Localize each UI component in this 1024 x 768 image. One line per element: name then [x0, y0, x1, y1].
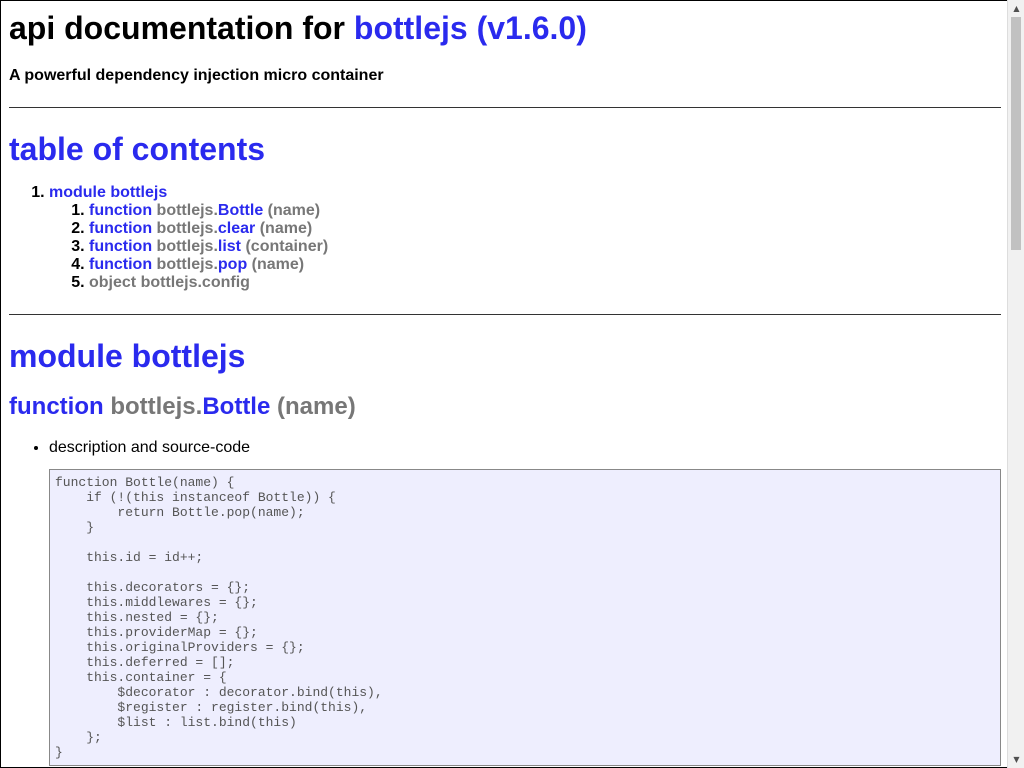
toc-kind-link[interactable]: function [89, 220, 152, 237]
toc-ns: bottlejs. [156, 238, 218, 255]
toc-item: object bottlejs.config [89, 274, 1001, 292]
source-code-block: function Bottle(name) { if (!(this insta… [49, 469, 1001, 766]
toc-list: module bottlejs function bottlejs.Bottle… [9, 184, 1001, 292]
toc-ns: bottlejs. [156, 202, 218, 219]
page-subtitle: A powerful dependency injection micro co… [9, 67, 384, 84]
scrollbar-thumb[interactable] [1011, 17, 1021, 250]
toc-item-module: module bottlejs function bottlejs.Bottle… [49, 184, 1001, 292]
toc-module-link[interactable]: module bottlejs [49, 184, 167, 201]
module-heading: module bottlejs [9, 338, 246, 374]
fn-kind: function [9, 393, 104, 420]
vertical-scrollbar[interactable]: ▲ ▼ [1007, 0, 1024, 768]
document-frame: api documentation for bottlejs (v1.6.0) … [0, 0, 1007, 768]
toc-item: function bottlejs.Bottle (name) [89, 202, 1001, 220]
toc-name-link[interactable]: Bottle [218, 202, 263, 219]
toc-sublist: function bottlejs.Bottle (name) function… [49, 202, 1001, 292]
title-prefix: api documentation for [9, 10, 354, 46]
description-list: description and source-code [9, 439, 1001, 457]
fn-ns: bottlejs. [110, 393, 203, 420]
toc-ns: bottlejs. [156, 220, 218, 237]
toc-item: function bottlejs.pop (name) [89, 256, 1001, 274]
scroll-down-arrow-icon[interactable]: ▼ [1008, 751, 1024, 768]
divider [9, 314, 1001, 315]
toc-args: (name) [267, 202, 321, 219]
toc-ns: bottlejs.config [140, 274, 250, 291]
page-title: api documentation for bottlejs (v1.6.0) [9, 9, 1001, 47]
toc-args: (name) [251, 256, 305, 273]
toc-name-link[interactable]: clear [218, 220, 255, 237]
toc-kind: object [89, 274, 137, 291]
toc-kind-link[interactable]: function [89, 202, 152, 219]
toc-args: (name) [259, 220, 313, 237]
toc-heading: table of contents [9, 131, 266, 167]
toc-name-link[interactable]: pop [218, 256, 247, 273]
divider [9, 107, 1001, 108]
toc-item: function bottlejs.clear (name) [89, 220, 1001, 238]
toc-ns: bottlejs. [156, 256, 218, 273]
fn-args: (name) [277, 393, 356, 420]
description-bullet: description and source-code [49, 439, 1001, 457]
toc-item: function bottlejs.list (container) [89, 238, 1001, 256]
scroll-up-arrow-icon[interactable]: ▲ [1008, 0, 1024, 17]
toc-args: (container) [245, 238, 329, 255]
document-content: api documentation for bottlejs (v1.6.0) … [1, 9, 1007, 766]
fn-name: Bottle [202, 393, 271, 420]
toc-name-link[interactable]: list [218, 238, 241, 255]
toc-kind-link[interactable]: function [89, 256, 152, 273]
toc-kind-link[interactable]: function [89, 238, 152, 255]
function-heading: function bottlejs.Bottle (name) [9, 393, 1001, 421]
title-link[interactable]: bottlejs (v1.6.0) [354, 10, 587, 46]
